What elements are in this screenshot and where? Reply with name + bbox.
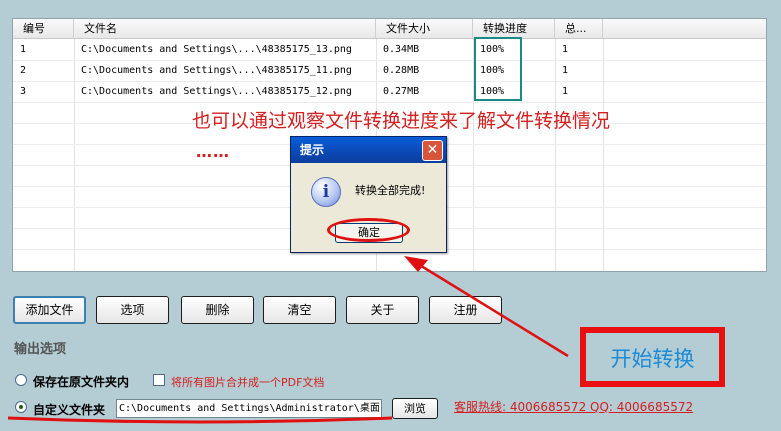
delete-button[interactable]: 删除 <box>181 296 254 324</box>
row-total: 1 <box>562 44 569 55</box>
about-button[interactable]: 关于 <box>346 296 419 324</box>
hotline-link[interactable]: 客服热线: 4006685572 QQ: 4006685572 <box>454 398 693 415</box>
list-header: 编号 文件名 文件大小 转换进度 总... <box>13 19 766 39</box>
table-row[interactable]: 2 C:\Documents and Settings\...\48385175… <box>13 60 766 81</box>
start-convert-button[interactable]: 开始转换 <box>580 327 725 387</box>
save-original-radio[interactable] <box>15 374 27 386</box>
info-icon: i <box>311 177 341 207</box>
row-number: 2 <box>20 65 27 76</box>
row-total: 1 <box>562 65 569 76</box>
dialog-title: 提示 <box>300 143 325 157</box>
header-size[interactable]: 文件大小 <box>376 19 473 39</box>
dialog-title-bar[interactable]: 提示 ✕ <box>291 137 446 163</box>
header-filename[interactable]: 文件名 <box>74 19 376 39</box>
start-convert-label: 开始转换 <box>610 347 695 371</box>
row-filename: C:\Documents and Settings\...\48385175_1… <box>81 86 352 97</box>
merge-pdf-label[interactable]: 将所有图片合并成一个PDF文档 <box>171 374 324 390</box>
register-button[interactable]: 注册 <box>429 296 502 324</box>
save-original-label[interactable]: 保存在原文件夹内 <box>33 373 129 390</box>
ok-highlight-ring <box>327 218 410 242</box>
add-file-button[interactable]: 添加文件 <box>13 296 86 324</box>
output-options-title: 输出选项 <box>14 342 67 357</box>
row-total: 1 <box>562 86 569 97</box>
progress-highlight-box <box>474 37 522 101</box>
header-total[interactable]: 总... <box>555 19 603 39</box>
row-divider <box>13 102 766 103</box>
header-number[interactable]: 编号 <box>13 19 74 39</box>
table-row[interactable]: 1 C:\Documents and Settings\...\48385175… <box>13 39 766 60</box>
row-size: 0.27MB <box>383 86 420 97</box>
close-icon[interactable]: ✕ <box>422 140 443 161</box>
annotation-dots: …… <box>196 142 230 161</box>
clear-button[interactable]: 清空 <box>263 296 336 324</box>
row-size: 0.28MB <box>383 65 420 76</box>
browse-button[interactable]: 浏览 <box>392 398 438 419</box>
row-filename: C:\Documents and Settings\...\48385175_1… <box>81 65 352 76</box>
row-number: 3 <box>20 86 27 97</box>
table-row[interactable]: 3 C:\Documents and Settings\...\48385175… <box>13 81 766 102</box>
output-path-input[interactable]: C:\Documents and Settings\Administrator\… <box>116 399 382 418</box>
annotation-text: 也可以通过观察文件转换进度来了解文件转换情况 <box>192 110 611 132</box>
row-size: 0.34MB <box>383 44 420 55</box>
header-progress[interactable]: 转换进度 <box>473 19 555 39</box>
options-button[interactable]: 选项 <box>96 296 169 324</box>
row-number: 1 <box>20 44 27 55</box>
row-filename: C:\Documents and Settings\...\48385175_1… <box>81 44 352 55</box>
custom-folder-underline <box>7 416 393 424</box>
dialog-message: 转换全部完成! <box>355 184 426 197</box>
custom-folder-label[interactable]: 自定义文件夹 <box>33 401 105 418</box>
merge-pdf-checkbox[interactable] <box>153 374 165 386</box>
custom-folder-radio[interactable] <box>15 401 27 413</box>
